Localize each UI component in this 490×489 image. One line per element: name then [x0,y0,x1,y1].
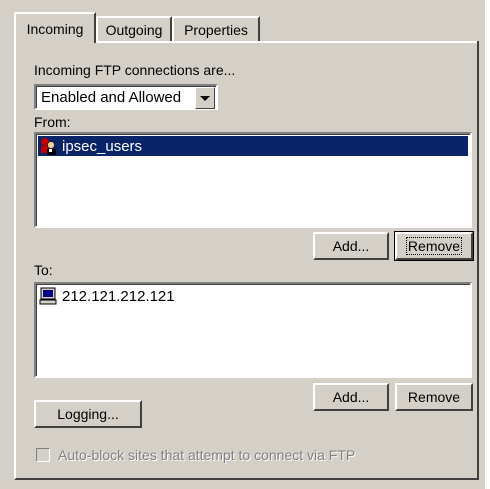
tab-incoming[interactable]: Incoming [14,12,96,43]
to-add-label: Add... [332,389,370,405]
from-label: From: [34,114,71,130]
tab-outgoing[interactable]: Outgoing [96,16,172,41]
logging-label: Logging... [57,406,119,422]
to-remove-label: Remove [407,389,461,405]
list-item[interactable]: 212.121.212.121 [38,286,468,306]
to-label: To: [34,262,53,278]
autoblock-checkbox[interactable] [36,448,50,462]
from-remove-label: Remove [405,237,463,255]
autoblock-label-text: Auto-block sites that attempt to connect… [58,447,356,463]
to-remove-button[interactable]: Remove [395,383,473,411]
tab-outgoing-label: Outgoing [105,21,163,38]
user-group-icon [41,138,56,155]
chevron-down-icon [200,95,210,101]
from-remove-button[interactable]: Remove [394,231,474,261]
computer-icon [39,287,57,305]
tab-properties[interactable]: Properties [172,16,260,41]
logging-button[interactable]: Logging... [34,400,142,428]
from-add-label: Add... [332,238,370,254]
dialog-edge [485,0,490,489]
tab-properties-label: Properties [184,21,248,38]
from-add-button[interactable]: Add... [313,232,389,260]
to-item-text: 212.121.212.121 [62,287,175,305]
from-label-text: From: [34,114,71,130]
list-item[interactable]: ipsec_users [38,136,468,156]
tab-incoming-label: Incoming [26,20,84,37]
incoming-mode-select[interactable]: Enabled and Allowed [34,84,218,110]
incoming-heading-text: Incoming FTP connections are... [34,62,236,78]
incoming-heading: Incoming FTP connections are... [34,62,235,78]
from-list[interactable]: ipsec_users [34,132,472,228]
incoming-mode-value: Enabled and Allowed [41,89,182,106]
autoblock-label: Auto-block sites that attempt to connect… [58,447,355,463]
to-list[interactable]: 212.121.212.121 [34,282,472,378]
to-label-text: To: [34,262,53,278]
tab-divider [96,41,477,43]
dropdown-button[interactable] [195,87,215,109]
to-add-button[interactable]: Add... [313,383,389,411]
from-item-text: ipsec_users [62,137,143,155]
